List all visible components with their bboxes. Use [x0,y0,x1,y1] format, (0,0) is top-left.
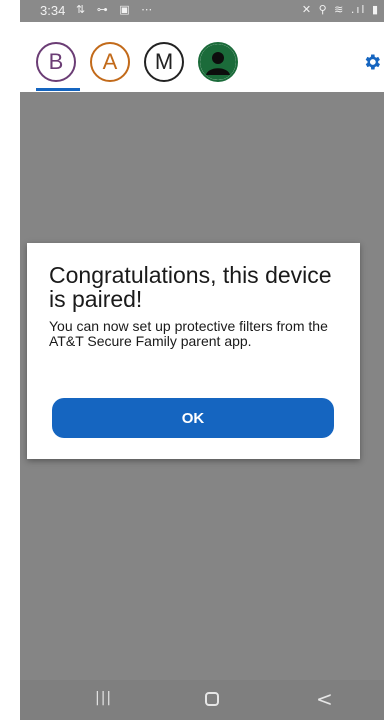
dialog-message: You can now set up protective filters fr… [49,318,328,349]
profile-avatar-b[interactable]: B [36,42,76,82]
gear-icon[interactable] [362,52,382,72]
selected-profile-indicator [36,88,80,91]
status-notification-icons: ⇅ ⊶ ▣ ⋯ [76,3,157,16]
avatar-letter: B [48,49,64,74]
profile-avatar-user[interactable] [198,42,238,82]
profile-avatar-m[interactable]: M [144,42,184,82]
avatar-letter: A [102,49,118,74]
back-button[interactable]: < [316,687,333,711]
profile-avatar-a[interactable]: A [90,42,130,82]
status-bar: 3:34 ⇅ ⊶ ▣ ⋯ ✕ ⚲ ≋ .ıl ▮ [20,0,384,22]
person-icon [200,44,236,80]
status-system-icons: ✕ ⚲ ≋ .ıl ▮ [301,3,380,16]
status-time: 3:34 [40,3,66,18]
system-nav-bar: ||| < [20,680,384,720]
app-bar: B A M [20,22,384,114]
dialog-title: Congratulations, this device is paired! [49,262,332,312]
home-button[interactable] [205,692,219,706]
pairing-success-dialog: Congratulations, this device is paired! … [27,243,360,459]
recents-button[interactable]: ||| [95,690,112,706]
ok-button[interactable]: OK [52,398,334,438]
avatar-letter: M [154,49,174,74]
